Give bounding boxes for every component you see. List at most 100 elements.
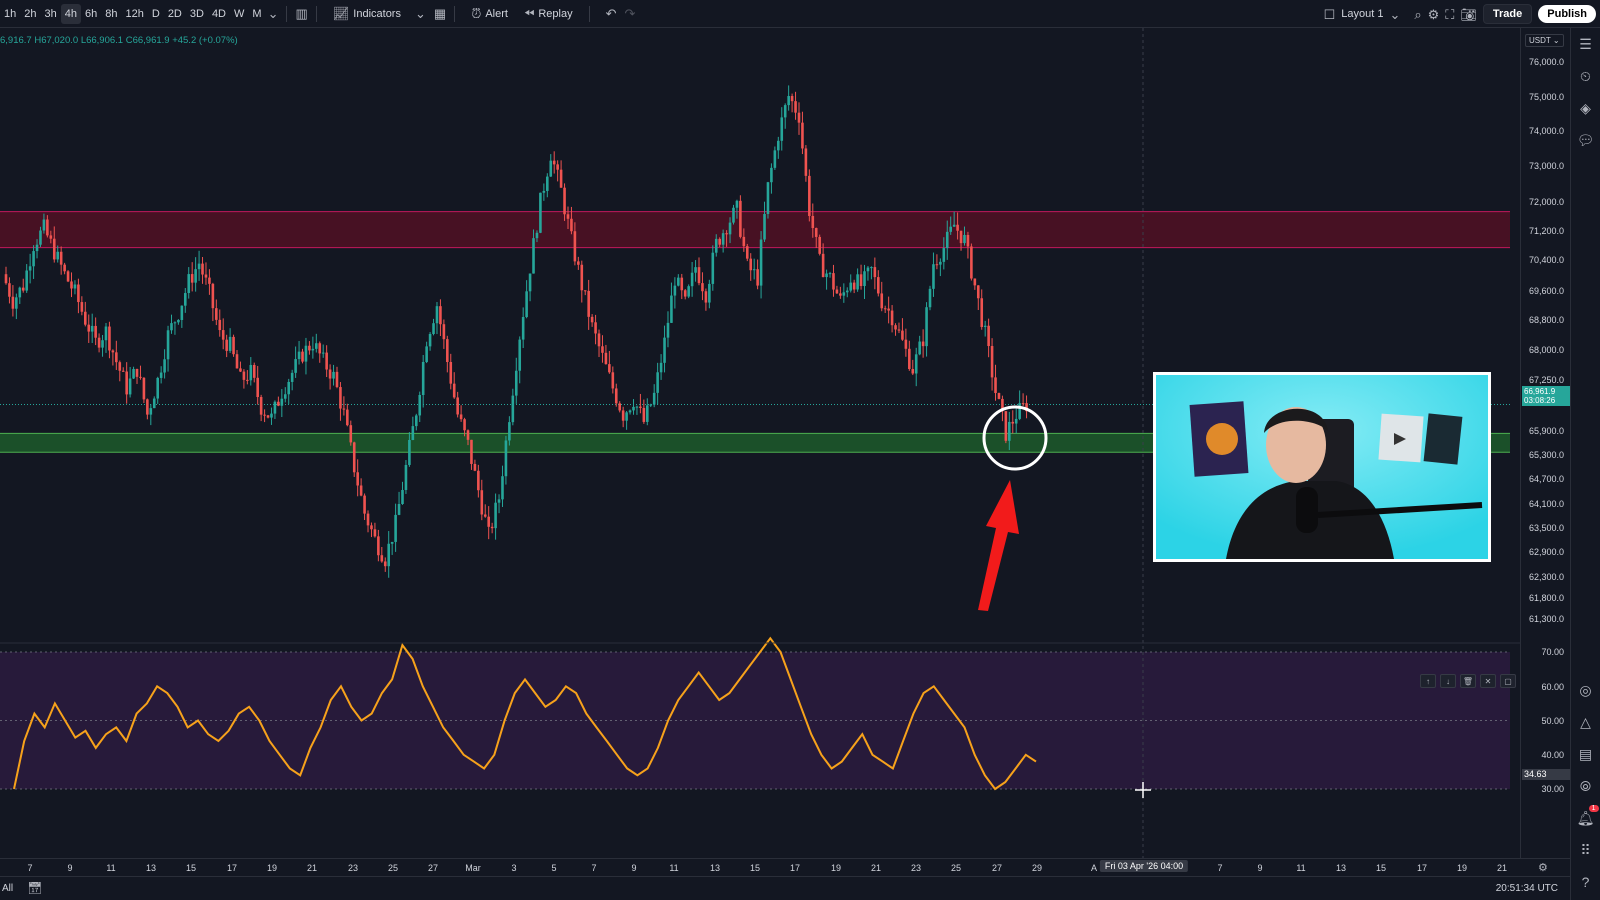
maximize-pane-icon[interactable]: ▢ <box>1500 674 1516 688</box>
time-label: 25 <box>950 863 962 873</box>
move-up-icon[interactable]: ↑ <box>1420 674 1436 688</box>
trade-button[interactable]: Trade <box>1482 4 1533 24</box>
ohlc-legend: 6,916.7 H67,020.0 L66,906.1 C66,961.9 +4… <box>0 35 238 46</box>
candle-body <box>559 169 563 188</box>
alert-button[interactable]: ⏰︎ Alert <box>463 7 516 20</box>
timeframe-2D[interactable]: 2D <box>164 0 186 28</box>
candle-body <box>397 503 401 515</box>
candle-body <box>766 182 770 215</box>
price-label: 64,700.0 <box>1528 474 1564 484</box>
red-arrow-annotation <box>978 480 1019 611</box>
timeframe-4h[interactable]: 4h <box>60 3 81 24</box>
quick-search-icon[interactable]: ⌕ <box>1414 8 1421 21</box>
layers-icon[interactable]: ◈ <box>1576 98 1596 118</box>
settings-gear-icon[interactable]: ⚙ <box>1428 8 1440 21</box>
rsi-axis-label: 70.00 <box>1541 647 1564 657</box>
timeframe-2h[interactable]: 2h <box>20 0 40 28</box>
candle-body <box>256 377 259 398</box>
news-feed-icon[interactable]: ⦾ <box>1576 776 1596 796</box>
target-icon[interactable]: ◎ <box>1576 680 1596 700</box>
publish-button[interactable]: Publish <box>1538 5 1596 23</box>
timeframe-3h[interactable]: 3h <box>41 0 61 28</box>
candle-body <box>649 404 653 406</box>
ideas-icon[interactable]: △ <box>1576 712 1596 732</box>
candle-body <box>101 340 104 348</box>
candle-body <box>428 333 432 347</box>
utc-clock[interactable]: 20:51:34 UTC <box>1496 883 1558 894</box>
undo-icon[interactable]: ↶ <box>606 7 617 20</box>
candles-style-icon[interactable]: ▥ <box>295 7 307 20</box>
candle-body <box>904 339 908 349</box>
layout-square-icon[interactable]: ☐ <box>1324 8 1336 21</box>
range-all-button[interactable]: All <box>2 883 13 894</box>
price-label: 63,500.0 <box>1528 523 1564 533</box>
candle-body <box>125 371 128 395</box>
candle-body <box>525 291 528 318</box>
candle-body <box>566 214 570 219</box>
candle-body <box>873 267 877 278</box>
candle-body <box>190 274 194 283</box>
candle-body <box>187 274 191 294</box>
candle-body <box>270 413 273 418</box>
candle-body <box>87 324 91 332</box>
candle-body <box>918 341 921 355</box>
timeframe-4D[interactable]: 4D <box>208 0 230 28</box>
watchlist-icon[interactable]: ☰ <box>1576 34 1596 54</box>
alerts-clock-icon[interactable]: ⏲ <box>1576 66 1596 86</box>
candle-body <box>821 253 825 278</box>
layout-selector[interactable]: Layout 1 <box>1341 8 1383 20</box>
indicators-button[interactable]: 📈︎ Indicators ⌄ <box>325 7 434 20</box>
apps-grid-icon[interactable]: ⠿ <box>1576 840 1596 860</box>
candle-body <box>21 287 25 291</box>
candle-body <box>239 368 242 372</box>
templates-icon[interactable]: ▦ <box>434 7 446 20</box>
timeframe-W[interactable]: W <box>230 0 248 28</box>
chevron-down-icon[interactable]: ⌄ <box>1389 8 1400 21</box>
candle-body <box>704 291 708 303</box>
candle-body <box>735 200 739 208</box>
resistance-zone[interactable] <box>0 211 1510 248</box>
timeframe-6h[interactable]: 6h <box>81 0 101 28</box>
chevron-down-icon[interactable]: ⌄ <box>268 7 279 20</box>
currency-selector[interactable]: USDT ⌄ <box>1525 34 1564 47</box>
candle-body <box>921 341 925 347</box>
candle-body <box>546 176 549 191</box>
delete-pane-icon[interactable]: 🗑︎ <box>1460 674 1476 688</box>
date-range-calendar-icon[interactable]: 📅︎ <box>27 882 42 895</box>
chat-icon[interactable]: 💬︎ <box>1576 130 1596 150</box>
candle-body <box>432 323 435 334</box>
candle-body <box>115 352 118 363</box>
time-axis[interactable]: 7 9 11 13 15 17 19 21 23 25 27 Mar 3 5 7 9 11 13 15 17 19 21 2… <box>0 858 1570 876</box>
price-label: 61,300.0 <box>1528 614 1564 624</box>
candle-body <box>777 140 780 151</box>
collapse-pane-icon[interactable]: ✕ <box>1480 674 1496 688</box>
time-label: 23 <box>910 863 922 873</box>
candle-body <box>452 383 456 398</box>
timeframe-3D[interactable]: 3D <box>186 0 208 28</box>
bitcoin-icon <box>1206 423 1238 455</box>
calendar-icon[interactable]: ▤ <box>1576 744 1596 764</box>
timeframe-12h[interactable]: 12h <box>122 0 148 28</box>
timeframe-8h[interactable]: 8h <box>101 0 121 28</box>
help-icon[interactable]: ? <box>1576 872 1596 892</box>
price-axis[interactable]: USDT ⌄ 76,000.0 75,000.0 74,000.0 73,000.0 7… <box>1520 28 1570 858</box>
fullscreen-icon[interactable]: ⛶ <box>1445 8 1454 21</box>
redo-icon[interactable]: ↷ <box>625 7 636 20</box>
move-down-icon[interactable]: ↓ <box>1440 674 1456 688</box>
camera-icon[interactable]: 📷︎ <box>1460 8 1477 21</box>
replay-button[interactable]: ⏪︎ Replay <box>516 7 581 20</box>
candle-body <box>601 346 604 353</box>
notifications-bell-icon[interactable]: 🔔︎ 1 <box>1576 805 1599 828</box>
timeframe-M[interactable]: M <box>248 0 265 28</box>
time-label: 11 <box>669 863 679 873</box>
candle-body <box>818 236 821 254</box>
candle-body <box>156 377 160 399</box>
timeframe-D[interactable]: D <box>148 0 164 28</box>
candle-body <box>459 414 463 420</box>
time-label: 17 <box>226 863 238 873</box>
candle-body <box>308 345 311 351</box>
timeframe-1h[interactable]: 1h <box>0 0 20 28</box>
candle-body <box>732 207 735 223</box>
candle-body <box>470 439 473 464</box>
axis-settings-icon[interactable]: ⚙ <box>1538 862 1548 875</box>
